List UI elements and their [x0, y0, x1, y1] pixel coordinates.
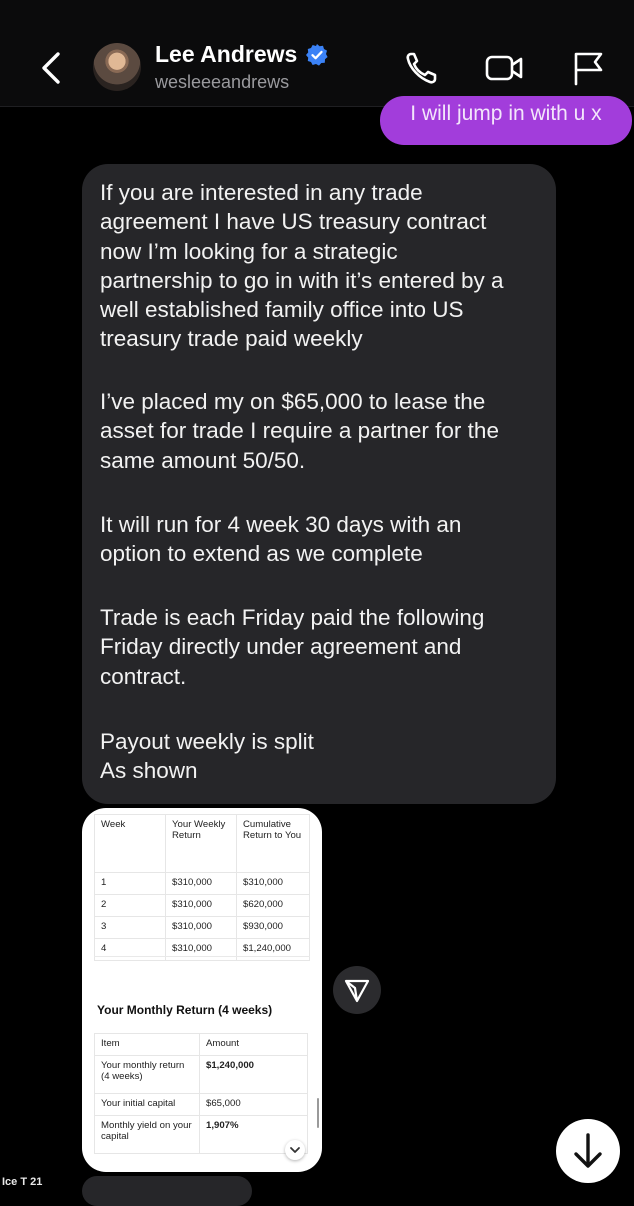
table-row: Monthly yield on your capital 1,907% [94, 1115, 308, 1154]
table-cell: 4 [94, 938, 166, 961]
table-cell: 2 [94, 894, 166, 917]
flag-icon[interactable] [568, 48, 608, 88]
table-header: Cumulative Return to You [236, 814, 310, 873]
phone-icon[interactable] [402, 48, 442, 88]
avatar[interactable] [93, 43, 141, 91]
contact-name-row[interactable]: Lee Andrews [155, 41, 329, 68]
table-header: Amount [199, 1033, 308, 1056]
table-cell: $65,000 [199, 1093, 308, 1116]
next-message-bubble [82, 1176, 252, 1206]
verified-badge-icon [306, 43, 328, 66]
monthly-return-title: Your Monthly Return (4 weeks) [97, 1003, 273, 1017]
arrow-down-icon [574, 1133, 602, 1168]
table-cell: $310,000 [165, 916, 237, 939]
chevron-down-icon [290, 1147, 300, 1153]
scroll-to-bottom-button[interactable] [556, 1119, 620, 1183]
table-cell: $310,000 [165, 894, 237, 917]
table-row: Your monthly return (4 weeks) $1,240,000 [94, 1055, 308, 1094]
message-paragraph: It will run for 4 week 30 days with an o… [100, 512, 462, 567]
sent-message-bubble[interactable]: I will jump in with u x [380, 96, 632, 145]
weekly-return-table: Week Your Weekly Return Cumulative Retur… [94, 814, 310, 961]
table-cell: $310,000 [165, 938, 237, 961]
divider [94, 956, 310, 957]
message-paragraph: If you are interested in any trade agree… [100, 180, 504, 352]
scroll-chevron-button[interactable] [285, 1140, 305, 1160]
watermark: Ice T 21 [2, 1176, 43, 1188]
back-arrow-icon[interactable] [36, 48, 68, 88]
table-row: 2 $310,000 $620,000 [94, 894, 310, 917]
table-cell: Your monthly return (4 weeks) [94, 1055, 200, 1094]
table-row: 4 $310,000 $1,240,000 [94, 938, 310, 961]
message-paragraph: Trade is each Friday paid the following … [100, 605, 485, 689]
contact-name: Lee Andrews [155, 41, 298, 67]
table-cell: $930,000 [236, 916, 310, 939]
table-cell: Your initial capital [94, 1093, 200, 1116]
table-cell: $620,000 [236, 894, 310, 917]
chat-header: Lee Andrews wesleeeandrews [0, 0, 634, 107]
table-row: 3 $310,000 $930,000 [94, 916, 310, 939]
image-attachment[interactable]: Week Your Weekly Return Cumulative Retur… [82, 808, 322, 1172]
table-cell: $310,000 [165, 872, 237, 895]
message-paragraph: I’ve placed my on $65,000 to lease the a… [100, 389, 499, 473]
table-row: Your initial capital $65,000 [94, 1093, 308, 1116]
share-button[interactable] [333, 966, 381, 1014]
share-icon [344, 979, 370, 1003]
table-cell: $1,240,000 [236, 938, 310, 961]
table-header: Item [94, 1033, 200, 1056]
video-icon[interactable] [484, 48, 524, 88]
table-header: Week [94, 814, 166, 873]
table-cell: 1 [94, 872, 166, 895]
contact-handle: wesleeeandrews [155, 72, 290, 92]
table-cell: $310,000 [236, 872, 310, 895]
message-paragraph: Payout weekly is split As shown [100, 729, 314, 784]
received-message-bubble[interactable]: If you are interested in any trade agree… [82, 164, 556, 804]
table-row: 1 $310,000 $310,000 [94, 872, 310, 895]
table-cell: Monthly yield on your capital [94, 1115, 200, 1154]
scrollbar[interactable] [317, 1098, 319, 1128]
table-cell: $1,240,000 [199, 1055, 308, 1094]
table-cell: 3 [94, 916, 166, 939]
table-header: Your Weekly Return [165, 814, 237, 873]
monthly-return-table: Item Amount Your monthly return (4 weeks… [94, 1033, 308, 1154]
